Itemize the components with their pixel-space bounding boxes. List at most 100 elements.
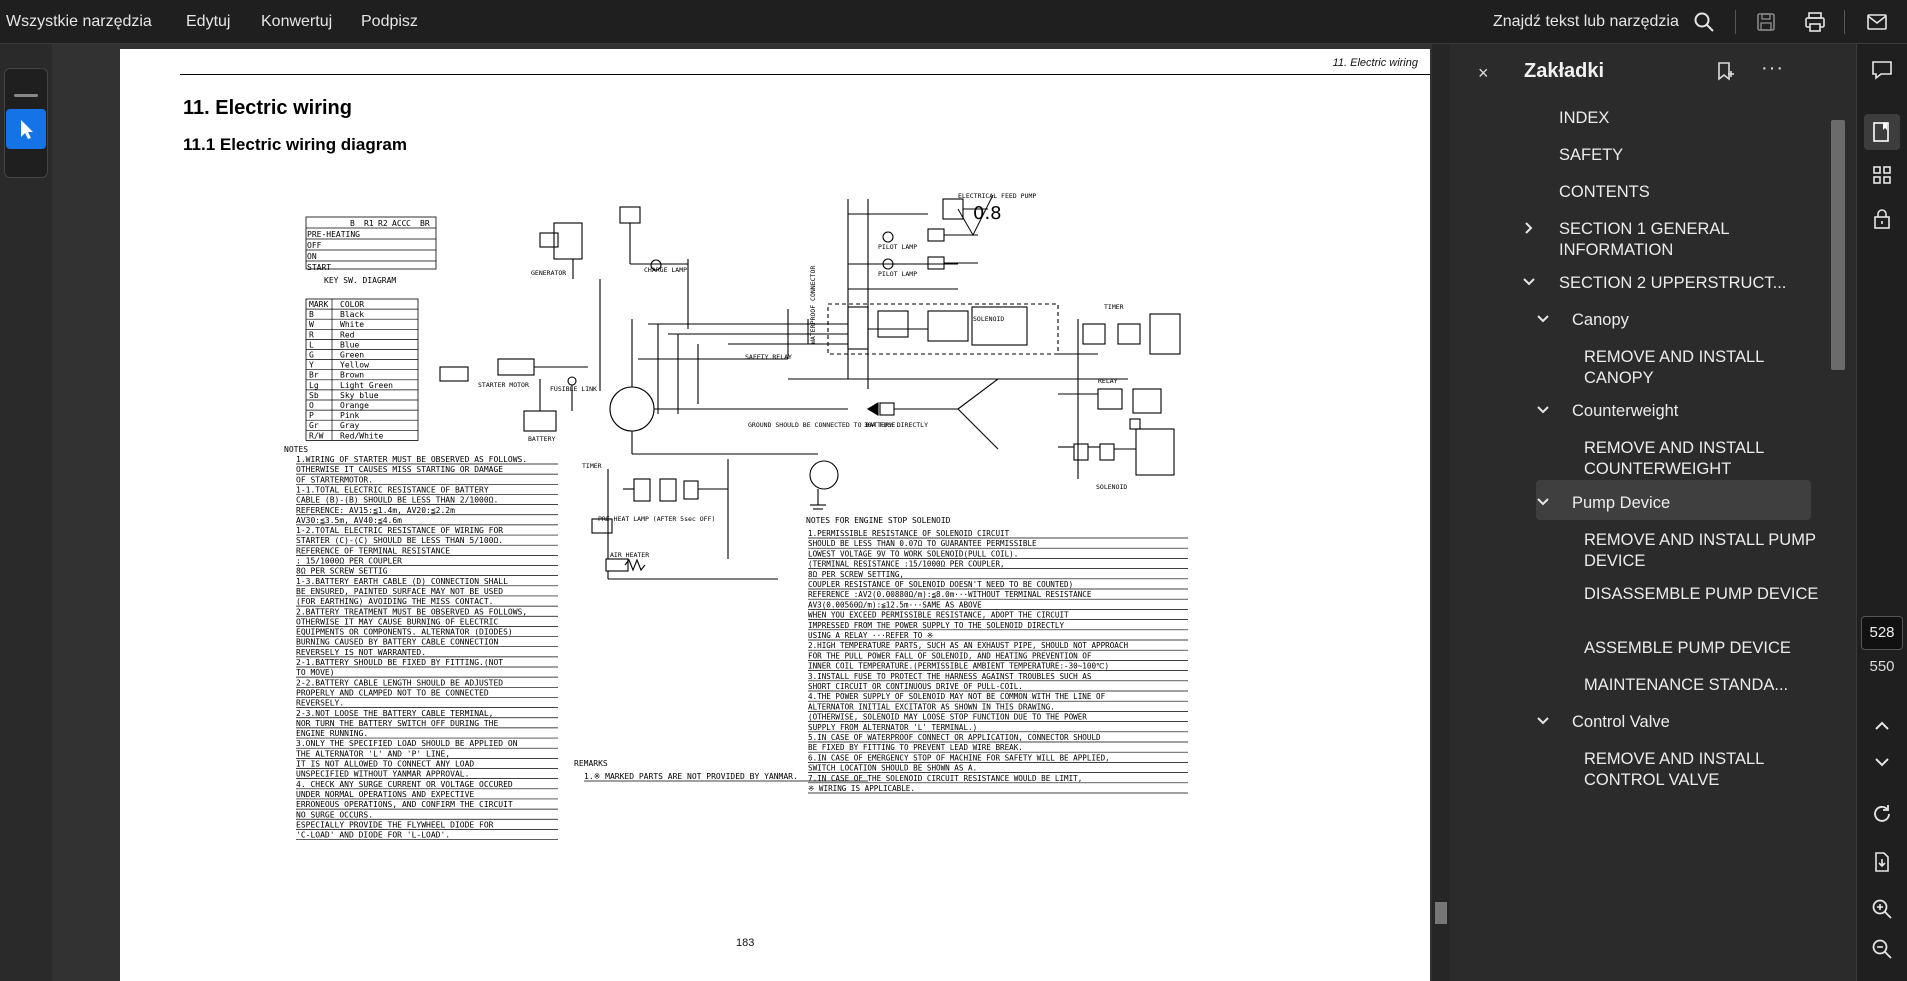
bookmark-item[interactable]: Counterweight: [1572, 401, 1820, 422]
document-scrollbar-thumb[interactable]: [1435, 902, 1447, 924]
stop-note-line-15: SHORT CIRCUIT OR CONTINUOUS DRIVE OF PUL…: [808, 682, 1023, 691]
menu-convert[interactable]: Konwertuj: [261, 0, 332, 44]
bookmark-item[interactable]: SECTION 2 UPPERSTRUCT...: [1559, 273, 1820, 294]
bookmark-item[interactable]: SAFETY: [1559, 145, 1820, 166]
stop-note-line-16: 4.THE POWER SUPPLY OF SOLENOID MAY NOT B…: [808, 692, 1106, 701]
remarks-line: 1.※ MARKED PARTS ARE NOT PROVIDED BY YAN…: [584, 772, 798, 781]
stop-note-line-20: 5.IN CASE OF WATERPROOF CONNECT OR APPLI…: [808, 733, 1101, 742]
print-icon[interactable]: [1803, 10, 1827, 34]
page-heading: 11. Electric wiring: [183, 97, 352, 119]
bookmark-item[interactable]: Control Valve: [1572, 712, 1820, 733]
document-scrollbar[interactable]: [1432, 44, 1450, 981]
chevron-up-icon[interactable]: [1870, 714, 1894, 738]
color-name-5: Yellow: [340, 361, 369, 370]
add-bookmark-icon[interactable]: [1714, 60, 1736, 82]
label-waterproof-connector: WATERPROOF CONNECTOR: [809, 266, 817, 344]
bookmark-item[interactable]: ASSEMBLE PUMP DEVICE: [1584, 638, 1820, 659]
drag-handle[interactable]: [14, 94, 38, 97]
more-options-button[interactable]: ···: [1761, 57, 1784, 80]
label-timer: TIMER: [1104, 303, 1124, 311]
key-switch-column-3: ACC: [392, 219, 407, 228]
color-name-10: Pink: [340, 411, 359, 420]
chevron-down-icon[interactable]: [1536, 714, 1550, 731]
starter-notes: NOTES1.WIRING OF STARTER MUST BE OBSERVE…: [284, 445, 558, 840]
document-viewport[interactable]: 11. Electric wiring 11. Electric wiring …: [52, 44, 1432, 981]
bookmarks-scrollbar-thumb[interactable]: [1831, 120, 1845, 370]
bookmark-item[interactable]: SECTION 1 GENERAL INFORMATION: [1559, 219, 1820, 261]
note-line-8: STARTER (C)-(C) SHOULD BE LESS THAN 5/10…: [296, 536, 503, 545]
note-line-9: REFERENCE OF TERMINAL RESISTANCE: [296, 546, 450, 555]
select-tool-button[interactable]: [6, 109, 46, 149]
bookmark-item[interactable]: Pump Device: [1572, 493, 1820, 514]
zoom-out-icon[interactable]: [1870, 937, 1894, 961]
label-relay: RELAY: [1098, 377, 1118, 385]
note-line-14: (FOR EARTHING) AVOIDING THE MISS CONTACT…: [296, 597, 493, 606]
label-preheat-lamp: PRE-HEAT LAMP (AFTER 5sec OFF): [598, 515, 715, 523]
chevron-down-icon[interactable]: [1536, 403, 1550, 420]
bookmark-item[interactable]: REMOVE AND INSTALL CONTROL VALVE: [1584, 749, 1820, 791]
note-line-20: 2-1.BATTERY SHOULD BE FIXED BY FITTING.(…: [296, 658, 503, 667]
bookmark-icon[interactable]: [1870, 120, 1894, 144]
key-switch-row-3: START: [307, 263, 331, 272]
chevron-down-icon[interactable]: [1536, 312, 1550, 329]
bookmark-item[interactable]: REMOVE AND INSTALL PUMP DEVICE: [1584, 530, 1820, 572]
chevron-down-icon[interactable]: [1522, 275, 1536, 292]
color-mark-6: Br: [309, 371, 319, 380]
note-line-36: ESPECIALLY PROVIDE THE FLYWHEEL DIODE FO…: [296, 820, 494, 829]
menu-edit[interactable]: Edytuj: [186, 0, 230, 44]
stop-note-line-14: 3.INSTALL FUSE TO PROTECT THE HARNESS AG…: [808, 672, 1092, 681]
color-table-header-color: COLOR: [340, 300, 364, 309]
menu-sign[interactable]: Podpisz: [361, 0, 418, 44]
bookmark-item[interactable]: INDEX: [1559, 108, 1820, 129]
key-switch-row-1: OFF: [307, 241, 322, 250]
note-line-15: 2.BATTERY TREATMENT MUST BE OBSERVED AS …: [296, 607, 527, 616]
chevron-down-icon[interactable]: [1536, 495, 1550, 512]
bookmark-item[interactable]: Canopy: [1572, 310, 1820, 331]
thumbnails-icon[interactable]: [1870, 163, 1894, 187]
color-table-header-mark: MARK: [309, 300, 328, 309]
wiring-diagram: B R1 R2 ACC C BRPRE-HEATINGOFFONSTARTKEY SW. …: [284, 192, 1188, 840]
stop-note-line-18: (OTHERWISE, SOLENOID MAY LOOSE STOP FUNC…: [808, 713, 1087, 722]
bookmark-item[interactable]: REMOVE AND INSTALL COUNTERWEIGHT: [1584, 438, 1820, 480]
page-export-icon[interactable]: [1870, 850, 1894, 874]
zoom-in-icon[interactable]: [1870, 897, 1894, 921]
mail-icon[interactable]: [1865, 10, 1889, 34]
key-switch-row-0: PRE-HEATING: [307, 230, 360, 239]
comment-icon[interactable]: [1870, 58, 1894, 82]
stop-note-line-11: 2.HIGH TEMPERATURE PARTS, SUCH AS AN EXH…: [808, 641, 1128, 650]
color-table: MARK COLOR B Black W White R Red L Blue G Green Y Yel…: [305, 298, 419, 441]
current-page-field[interactable]: 528: [1861, 616, 1903, 650]
label-fusible-link: FUSIBLE LINK: [550, 385, 597, 393]
stop-note-line-1: SHOULD BE LESS THAN 0.07Ω TO GUARANTEE P…: [808, 539, 1037, 548]
bookmark-item[interactable]: DISASSEMBLE PUMP DEVICE: [1584, 584, 1820, 605]
stop-note-line-4: 8Ω PER SCREW SETTING,: [808, 570, 904, 579]
find-tools-label[interactable]: Znajdź tekst lub narzędzia: [1493, 0, 1679, 44]
stop-note-line-23: SWITCH LOCATION SHOULD BE SHOWN AS A.: [808, 764, 977, 773]
color-mark-5: Y: [309, 361, 314, 370]
color-name-0: Black: [340, 310, 364, 319]
chevron-right-icon[interactable]: [1522, 221, 1536, 238]
key-switch-column-2: R2: [378, 219, 388, 228]
bookmark-item[interactable]: REMOVE AND INSTALL CANOPY: [1584, 347, 1820, 389]
search-icon[interactable]: [1692, 10, 1716, 34]
color-mark-2: R: [309, 330, 314, 339]
save-icon[interactable]: [1754, 10, 1778, 34]
key-switch-row-2: ON: [307, 252, 317, 261]
color-name-3: Blue: [340, 340, 359, 349]
bookmark-item[interactable]: MAINTENANCE STANDA...: [1584, 675, 1820, 696]
label-air-heater: AIR HEATER: [610, 551, 649, 559]
note-line-13: BE ENSURED, PAINTED SURFACE MAY NOT BE U…: [296, 587, 503, 596]
chevron-down-icon[interactable]: [1870, 750, 1894, 774]
bookmarks-scrollbar[interactable]: [1831, 120, 1845, 975]
rotate-icon[interactable]: [1870, 802, 1894, 826]
close-panel-button[interactable]: ×: [1478, 63, 1489, 84]
note-line-29: THE ALTERNATOR 'L' AND 'P' LINE,: [296, 749, 450, 758]
color-mark-0: B: [309, 310, 314, 319]
bookmark-item[interactable]: CONTENTS: [1559, 182, 1820, 203]
lock-icon[interactable]: [1870, 207, 1894, 231]
label-feed-pump: ELECTRICAL FEED PUMP: [958, 192, 1036, 200]
menu-all-tools[interactable]: Wszystkie narzędzia: [6, 0, 152, 44]
color-name-11: Gray: [340, 421, 359, 430]
running-header: 11. Electric wiring: [1332, 57, 1418, 69]
pdf-page: 11. Electric wiring 11. Electric wiring …: [120, 49, 1430, 981]
